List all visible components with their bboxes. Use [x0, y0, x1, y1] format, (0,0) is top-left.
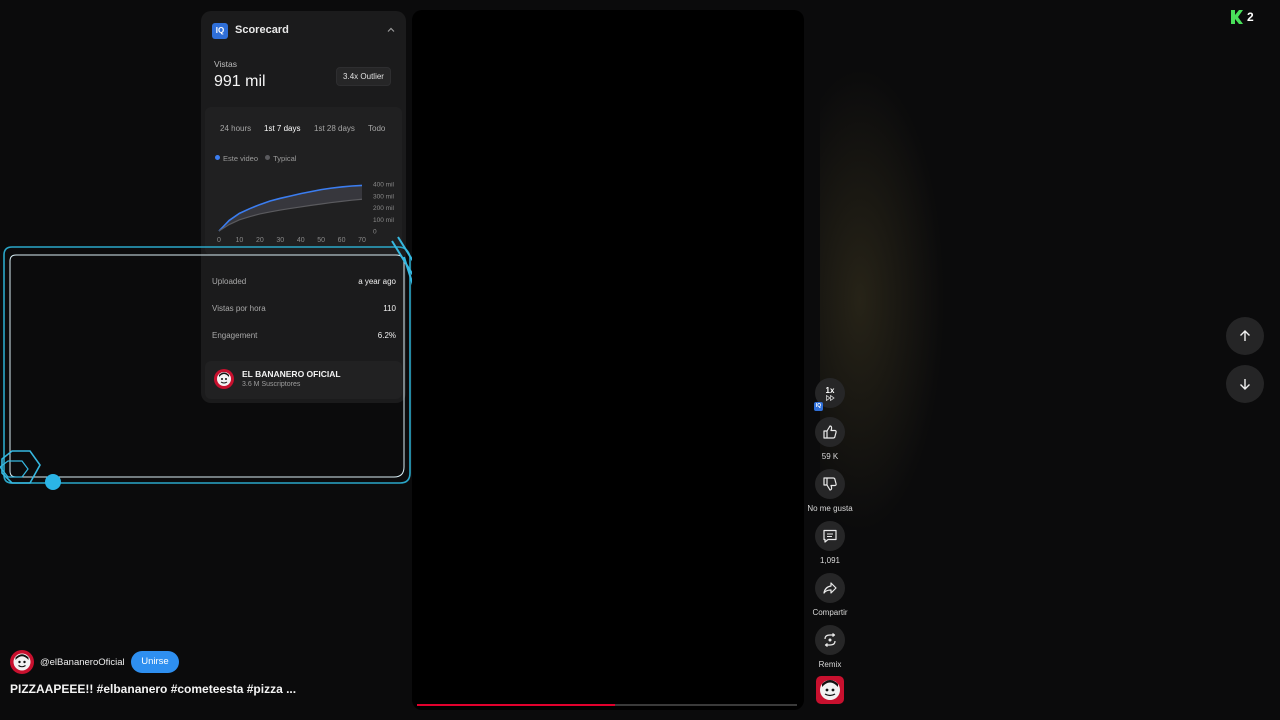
speed-indicator: 1x [826, 386, 835, 401]
y-tick-label: 300 mil [373, 193, 395, 200]
outlier-badge: 3.4x Outlier [336, 67, 391, 86]
speed-control[interactable]: 1x IQ [812, 378, 848, 411]
chart-legend: Este video Typical [215, 154, 301, 163]
remix-button[interactable] [815, 625, 845, 655]
owner-handle[interactable]: @elBananeroOficial [40, 657, 125, 668]
scorecard-title: Scorecard [235, 24, 289, 36]
tab-todo[interactable]: Todo [368, 124, 385, 133]
share-button[interactable] [815, 573, 845, 603]
iq-badge: IQ [814, 402, 823, 411]
hud-frame-overlay [0, 236, 429, 490]
extension-badge[interactable]: 2 [1231, 9, 1254, 25]
fast-forward-icon [825, 394, 835, 401]
next-video-button[interactable] [1226, 365, 1264, 403]
remix-action[interactable]: Remix [812, 625, 848, 669]
scorecard-header[interactable]: IQ Scorecard [201, 11, 406, 49]
video-player[interactable] [412, 10, 804, 710]
tab-1st-7-days[interactable]: 1st 7 days [264, 124, 300, 133]
tab-24-hours[interactable]: 24 hours [220, 124, 251, 133]
extension-count: 2 [1247, 10, 1254, 24]
y-tick-label: 100 mil [373, 217, 395, 224]
thumbs-down-icon [823, 477, 837, 491]
comment-icon [823, 529, 837, 543]
channel-logo-icon [816, 676, 844, 704]
progress-fill [417, 704, 615, 706]
y-tick-label: 400 mil [373, 182, 395, 189]
remix-label: Remix [818, 660, 842, 669]
comments-action[interactable]: 1,091 [812, 521, 848, 565]
chevron-up-icon[interactable] [384, 23, 398, 37]
audio-source-avatar[interactable] [816, 676, 844, 704]
owner-avatar[interactable] [10, 650, 34, 674]
time-range-tabs: 24 hours 1st 7 days 1st 28 days Todo [201, 124, 406, 140]
arrow-down-icon [1240, 379, 1250, 390]
views-value: 991 mil [214, 73, 266, 90]
tab-1st-28-days[interactable]: 1st 28 days [314, 124, 355, 133]
y-tick-label: 200 mil [373, 205, 395, 212]
legend-label: Typical [273, 154, 297, 163]
video-title[interactable]: PIZZAAPEEE!! #elbananero #cometeesta #pi… [10, 682, 296, 696]
legend-item-este-video: Este video [215, 154, 258, 163]
k-logo-icon [1231, 10, 1243, 24]
progress-bar[interactable] [417, 704, 797, 706]
join-button[interactable]: Unirse [131, 651, 179, 673]
dislike-label: No me gusta [807, 504, 853, 513]
like-action[interactable]: 59 K [812, 417, 848, 461]
views-label: Vistas [214, 59, 237, 69]
speed-value: 1x [825, 385, 835, 395]
like-count: 59 K [821, 452, 839, 461]
iq-logo: IQ [212, 23, 228, 39]
share-label: Compartir [812, 608, 848, 617]
legend-item-typical: Typical [265, 154, 296, 163]
comments-button[interactable] [815, 521, 845, 551]
remix-icon [824, 633, 836, 647]
like-button[interactable] [815, 417, 845, 447]
legend-dot [215, 155, 220, 160]
previous-video-button[interactable] [1226, 317, 1264, 355]
legend-label: Este video [223, 154, 259, 163]
dislike-button[interactable] [815, 469, 845, 499]
thumbs-up-icon [823, 425, 837, 439]
arrow-up-icon [1240, 330, 1250, 341]
background-glow [820, 0, 1280, 720]
comments-count: 1,091 [819, 556, 841, 565]
share-action[interactable]: Compartir [812, 573, 848, 617]
speed-button[interactable]: 1x IQ [814, 378, 845, 411]
dislike-action[interactable]: No me gusta [807, 469, 853, 513]
legend-dot [265, 155, 271, 160]
share-icon [823, 582, 837, 594]
